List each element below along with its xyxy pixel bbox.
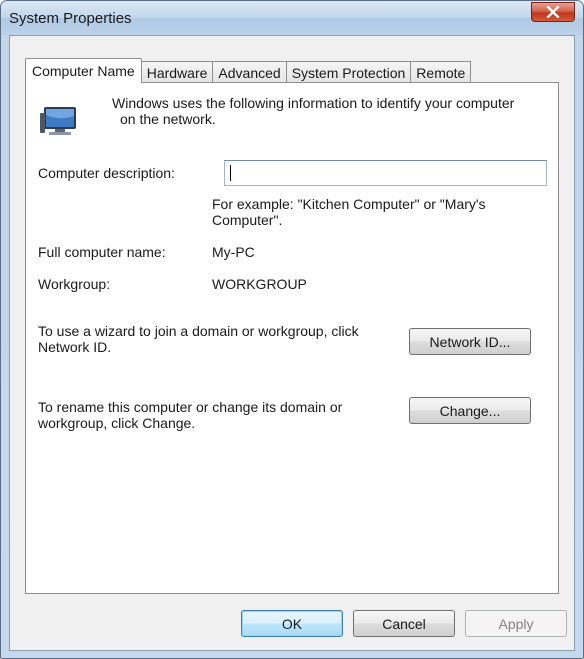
- tab-computer-name[interactable]: Computer Name: [25, 58, 142, 83]
- cancel-button[interactable]: Cancel: [353, 610, 455, 637]
- text-caret: [230, 165, 231, 181]
- workgroup-label: Workgroup:: [38, 276, 111, 292]
- title-bar[interactable]: System Properties: [1, 1, 583, 35]
- apply-button[interactable]: Apply: [465, 610, 567, 637]
- close-icon: [546, 6, 560, 18]
- computer-description-input[interactable]: [224, 160, 547, 186]
- example-text-line-1: For example: "Kitchen Computer" or "Mary…: [212, 196, 486, 212]
- network-id-text-line-1: To use a wizard to join a domain or work…: [38, 323, 359, 339]
- change-button[interactable]: Change...: [409, 397, 531, 424]
- intro-line-1: Windows uses the following information t…: [112, 95, 515, 111]
- change-text-line-1: To rename this computer or change its do…: [38, 399, 343, 415]
- intro-line-2: on the network.: [120, 111, 216, 127]
- full-computer-name-label: Full computer name:: [38, 244, 166, 260]
- tab-strip: Computer Name Hardware Advanced System P…: [25, 58, 472, 83]
- tab-system-protection[interactable]: System Protection: [285, 61, 412, 83]
- dialog-body: Computer Name Hardware Advanced System P…: [9, 35, 575, 651]
- computer-description-label: Computer description:: [38, 165, 175, 181]
- ok-button[interactable]: OK: [241, 610, 343, 637]
- workgroup-value: WORKGROUP: [212, 276, 307, 292]
- change-text-line-2: workgroup, click Change.: [38, 415, 196, 431]
- system-properties-window: System Properties Computer Name Hardware…: [0, 0, 584, 659]
- tab-hardware[interactable]: Hardware: [140, 61, 214, 83]
- close-button[interactable]: [531, 2, 575, 22]
- computer-icon: [40, 107, 76, 135]
- intro-text: Windows uses the following information t…: [112, 95, 544, 127]
- full-computer-name-value: My-PC: [212, 244, 255, 260]
- computer-name-panel: Windows uses the following information t…: [25, 82, 559, 594]
- network-id-text-line-2: Network ID.: [38, 339, 112, 355]
- tab-advanced[interactable]: Advanced: [212, 61, 287, 83]
- tab-remote[interactable]: Remote: [410, 61, 472, 83]
- window-title: System Properties: [9, 10, 132, 27]
- network-id-button[interactable]: Network ID...: [409, 328, 531, 355]
- example-text-line-2: Computer".: [212, 212, 283, 228]
